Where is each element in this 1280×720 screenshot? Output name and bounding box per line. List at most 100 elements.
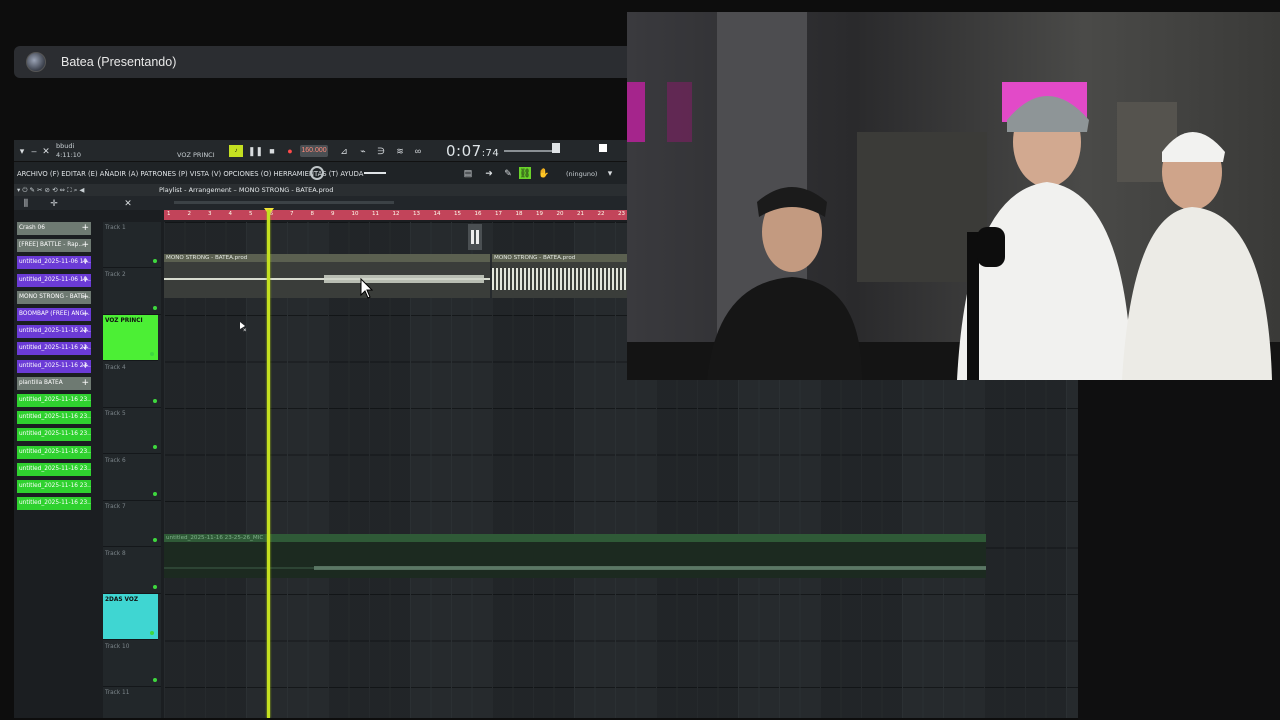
track-header[interactable]: Track 5 bbox=[103, 408, 161, 454]
ruler-bar-number: 22 bbox=[597, 211, 605, 217]
track-enable-led[interactable] bbox=[153, 445, 157, 449]
pattern-item[interactable]: untitled_2025-11-16 22... + bbox=[17, 342, 91, 356]
song-position: 0:07:74 bbox=[446, 142, 499, 160]
timeline-ruler[interactable]: 1 2 3 4 5 6 7 8 9 10 11 12 13 14 15 16 17 18 19 20 21 22 23 bbox=[164, 210, 627, 220]
link-icon[interactable]: ⛓ bbox=[519, 167, 531, 179]
track-header[interactable]: Track 2 bbox=[103, 269, 161, 315]
blend-notes-icon[interactable]: ≋ bbox=[394, 145, 406, 157]
pattern-item[interactable]: Crash 06 + bbox=[17, 222, 91, 235]
hand-icon[interactable]: ✋ bbox=[538, 167, 550, 179]
add-icon[interactable]: + bbox=[81, 342, 89, 355]
piano-icon[interactable]: ▤ bbox=[462, 167, 474, 179]
audio-clip[interactable]: MONO STRONG - BATEA.prod bbox=[492, 254, 627, 298]
playlist-tools-icon[interactable]: ▾ ⏻ ✎ ✂ ⊘ ⟲ ⇔ ⛶ ⌕ ◀ bbox=[17, 186, 84, 195]
audio-clip-small[interactable] bbox=[468, 224, 482, 250]
presenting-banner: Batea (Presentando) bbox=[14, 46, 627, 78]
track-enable-led[interactable] bbox=[153, 398, 157, 403]
close-icon[interactable]: ✕ bbox=[40, 145, 52, 157]
ruler-bar-number: 13 bbox=[413, 211, 420, 217]
track-enable-led[interactable] bbox=[153, 584, 157, 589]
add-icon[interactable]: + bbox=[81, 222, 89, 235]
track-enable-led[interactable] bbox=[153, 538, 157, 542]
add-icon[interactable]: + bbox=[81, 239, 89, 252]
track-enable-led[interactable] bbox=[153, 259, 157, 263]
add-icon[interactable]: + bbox=[81, 308, 89, 321]
pattern-item[interactable]: untitled_2025-11-16 23... + bbox=[17, 359, 91, 373]
daw-titlebar: ▾ ‒ ✕ bbudi 4:11:10 VOZ PRINCI ♪ ❚❚ ■ ● … bbox=[14, 140, 627, 162]
pattern-label: MONO STRONG - BATE... bbox=[19, 293, 90, 300]
volume-knob[interactable] bbox=[552, 143, 560, 153]
ruler-bar-number: 11 bbox=[372, 211, 379, 217]
stop-icon[interactable]: ■ bbox=[266, 145, 278, 157]
track-enable-led[interactable] bbox=[153, 491, 157, 496]
pattern-item[interactable]: untitled_2025-11-16 23... bbox=[17, 445, 91, 459]
track-label: Track 4 bbox=[105, 364, 126, 371]
loop-record-icon[interactable]: ∞ bbox=[412, 145, 424, 157]
track-header[interactable]: Track 4 bbox=[103, 362, 161, 408]
cpu-knob-icon[interactable] bbox=[310, 166, 324, 180]
menu-arrow-icon[interactable]: ▾ bbox=[16, 145, 28, 157]
pattern-item[interactable]: [FREE] BATTLE - Rap... + bbox=[17, 239, 91, 253]
pattern-item[interactable]: untitled_2025-11-16 22... + bbox=[17, 325, 91, 339]
add-icon[interactable]: + bbox=[81, 274, 89, 287]
pattern-item[interactable]: untitled_2025-11-16 23... bbox=[17, 428, 91, 442]
track-header[interactable]: Track 8 bbox=[103, 548, 161, 594]
pattern-item[interactable]: untitled_2025-11-06 19... + bbox=[17, 256, 91, 270]
countdown-icon[interactable]: ∋ bbox=[375, 145, 387, 157]
add-icon[interactable]: + bbox=[81, 325, 89, 338]
add-icon[interactable]: + bbox=[81, 256, 89, 269]
pattern-label: plantilla BATEA bbox=[19, 379, 63, 386]
track-header[interactable]: Track 6 bbox=[103, 455, 161, 501]
minimize-icon[interactable]: ‒ bbox=[28, 145, 40, 157]
track-header[interactable]: Track 1 bbox=[103, 222, 161, 268]
track-header[interactable]: Track 11 bbox=[103, 687, 161, 718]
add-icon[interactable]: + bbox=[81, 360, 89, 373]
pattern-item[interactable]: untitled_2025-11-16 23... bbox=[17, 411, 91, 425]
pattern-item[interactable]: untitled_2025-11-16 23... bbox=[17, 497, 91, 511]
pattern-item[interactable]: plantilla BATEA + bbox=[17, 376, 91, 390]
track-enable-led[interactable] bbox=[153, 305, 157, 310]
add-icon[interactable]: + bbox=[81, 377, 89, 390]
track-enable-led[interactable] bbox=[153, 677, 157, 682]
playhead[interactable] bbox=[267, 210, 270, 718]
track-label: Track 10 bbox=[105, 643, 130, 650]
pause-icon[interactable]: ❚❚ bbox=[248, 145, 263, 157]
audio-clip[interactable]: untitled_2025-11-16 23-25-26_MIC bbox=[164, 534, 986, 578]
track-header[interactable]: VOZ PRINCI bbox=[103, 315, 158, 361]
pencil-icon[interactable]: ✎ bbox=[502, 167, 514, 179]
track-header[interactable]: 2DAS VOZ bbox=[103, 594, 158, 640]
pattern-item[interactable]: untitled_2025-11-16 23... bbox=[17, 462, 91, 476]
arrow-right-icon[interactable]: ➜ bbox=[483, 167, 495, 179]
move-icon[interactable]: ✛ bbox=[48, 197, 60, 209]
add-icon[interactable]: + bbox=[81, 291, 89, 304]
close-small-icon[interactable]: ✕ bbox=[122, 197, 134, 209]
pattern-item[interactable]: untitled_2025-11-16 23... bbox=[17, 480, 91, 493]
record-icon[interactable]: ● bbox=[284, 145, 296, 157]
track-enable-led[interactable] bbox=[150, 631, 154, 635]
song-mode-button[interactable]: ♪ bbox=[229, 145, 243, 157]
clip-title: untitled_2025-11-16 23-25-26_MIC bbox=[164, 534, 986, 542]
clip-title: MONO STRONG - BATEA.prod bbox=[164, 254, 490, 262]
snap-icon[interactable]: ⫼ bbox=[20, 197, 32, 209]
webcam-video bbox=[627, 12, 1280, 380]
tempo-display[interactable]: 160.000 bbox=[300, 145, 328, 157]
pattern-label: untitled_2025-11-16 23... bbox=[19, 414, 91, 421]
pattern-item[interactable]: untitled_2025-11-16 23... bbox=[17, 394, 91, 407]
track-header[interactable]: Track 7 bbox=[103, 501, 161, 547]
pattern-item[interactable]: untitled_2025-11-06 19... + bbox=[17, 273, 91, 287]
window-square-icon[interactable] bbox=[599, 144, 607, 152]
pattern-item[interactable]: BOOMBAP (FREE) ANG... + bbox=[17, 308, 91, 321]
track-enable-led[interactable] bbox=[150, 352, 154, 356]
pitch-slider[interactable] bbox=[364, 172, 386, 174]
pattern-label: untitled_2025-11-16 23... bbox=[19, 362, 91, 369]
track-header[interactable]: Track 10 bbox=[103, 641, 161, 687]
pattern-item[interactable]: MONO STRONG - BATE... + bbox=[17, 290, 91, 304]
metronome-icon[interactable]: ⊿ bbox=[338, 145, 350, 157]
snap-dropdown-icon[interactable]: ▾ bbox=[604, 167, 616, 179]
wait-input-icon[interactable]: ⌁ bbox=[357, 145, 369, 157]
horizontal-scrollbar[interactable] bbox=[174, 201, 394, 204]
time-main: 0:07 bbox=[446, 142, 482, 160]
audio-clip[interactable]: MONO STRONG - BATEA.prod bbox=[164, 254, 490, 298]
snap-selector[interactable]: (ninguno) bbox=[566, 170, 597, 178]
pattern-label: untitled_2025-11-16 23... bbox=[19, 483, 91, 489]
